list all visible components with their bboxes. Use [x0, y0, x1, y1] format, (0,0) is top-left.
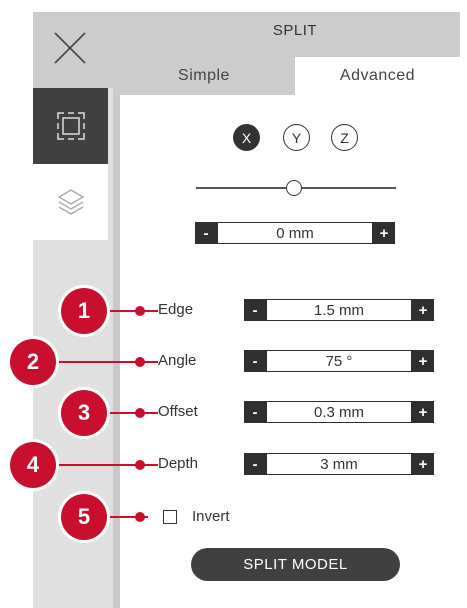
tab-simple[interactable]: Simple	[113, 57, 295, 95]
offset-value[interactable]: 0.3 mm	[266, 401, 412, 423]
angle-value[interactable]: 75 °	[266, 350, 412, 372]
edge-label: Edge	[158, 301, 194, 318]
callout-5-badge: 5	[61, 494, 107, 540]
callout-connector	[108, 310, 158, 312]
callout-1-badge: 1	[61, 288, 107, 334]
invert-checkbox[interactable]	[163, 510, 177, 524]
invert-label[interactable]: Invert	[192, 508, 230, 525]
angle-label: Angle	[158, 352, 197, 369]
callout-dot	[135, 512, 145, 522]
position-stepper: - 0 mm +	[195, 222, 395, 244]
callout-4-badge: 4	[10, 442, 56, 488]
layers-icon	[57, 189, 84, 215]
offset-label: Offset	[158, 403, 198, 420]
axis-x-button[interactable]: X	[233, 124, 260, 151]
position-decrement-button[interactable]: -	[195, 222, 217, 244]
callout-2-badge: 2	[10, 339, 56, 385]
edge-stepper: - 1.5 mm +	[244, 299, 434, 321]
angle-decrement-button[interactable]: -	[244, 350, 266, 372]
callout-3-badge: 3	[61, 390, 107, 436]
axis-y-button[interactable]: Y	[283, 124, 310, 151]
callout-dot	[135, 460, 145, 470]
close-button[interactable]	[33, 12, 113, 88]
position-value[interactable]: 0 mm	[217, 222, 373, 244]
tab-advanced[interactable]: Advanced	[295, 57, 460, 95]
angle-increment-button[interactable]: +	[412, 350, 434, 372]
depth-value[interactable]: 3 mm	[266, 453, 412, 475]
angle-stepper: - 75 ° +	[244, 350, 434, 372]
position-slider-thumb[interactable]	[286, 180, 302, 196]
callout-dot	[135, 408, 145, 418]
callout-dot	[135, 306, 145, 316]
offset-stepper: - 0.3 mm +	[244, 401, 434, 423]
callout-connector	[108, 412, 158, 414]
split-model-button[interactable]: SPLIT MODEL	[191, 548, 400, 581]
edge-value[interactable]: 1.5 mm	[266, 299, 412, 321]
offset-decrement-button[interactable]: -	[244, 401, 266, 423]
edge-increment-button[interactable]: +	[412, 299, 434, 321]
close-icon	[54, 32, 86, 64]
depth-stepper: - 3 mm +	[244, 453, 434, 475]
depth-label: Depth	[158, 455, 199, 472]
panel-title: SPLIT	[272, 22, 318, 39]
sidebar-item-split[interactable]	[33, 88, 108, 164]
depth-increment-button[interactable]: +	[412, 453, 434, 475]
position-increment-button[interactable]: +	[373, 222, 395, 244]
axis-z-button[interactable]: Z	[331, 124, 358, 151]
split-frame-icon	[56, 112, 85, 140]
depth-decrement-button[interactable]: -	[244, 453, 266, 475]
callout-dot	[135, 357, 145, 367]
offset-increment-button[interactable]: +	[412, 401, 434, 423]
edge-decrement-button[interactable]: -	[244, 299, 266, 321]
sidebar-item-layers[interactable]	[33, 164, 108, 240]
